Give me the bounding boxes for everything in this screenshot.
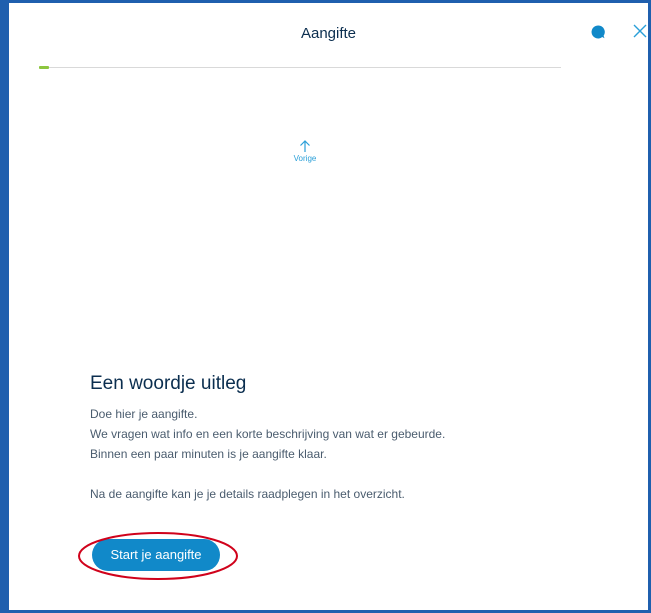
dialog-window: Aangifte Vorige Een woordje uitleg Doe h… bbox=[0, 0, 651, 613]
arrow-up-icon bbox=[300, 140, 310, 152]
overview-note: Na de aangifte kan je je details raadple… bbox=[90, 487, 405, 501]
close-icon[interactable] bbox=[631, 22, 649, 40]
progress-fill bbox=[39, 66, 50, 69]
explanation-line-3: Binnen een paar minuten is je aangifte k… bbox=[90, 447, 327, 461]
start-declaration-button[interactable]: Start je aangifte bbox=[92, 539, 220, 571]
progress-bar bbox=[39, 66, 561, 69]
section-heading: Een woordje uitleg bbox=[90, 373, 247, 394]
explanation-section: Een woordje uitleg Doe hier je aangifte.… bbox=[90, 373, 610, 504]
previous-button[interactable]: Vorige bbox=[275, 139, 335, 163]
explanation-line-2: We vragen wat info en een korte beschrij… bbox=[90, 427, 446, 441]
previous-label: Vorige bbox=[293, 154, 317, 163]
dialog-title: Aangifte bbox=[300, 25, 357, 42]
explanation-line-1: Doe hier je aangifte. bbox=[90, 407, 198, 421]
chat-bubble-icon[interactable] bbox=[590, 24, 606, 40]
